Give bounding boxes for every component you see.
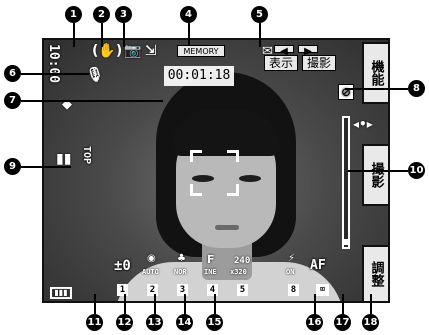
callout-11: 11 (86, 314, 103, 331)
callout-17: 17 (334, 314, 351, 331)
file-format-label: INE (204, 268, 217, 276)
capture-button[interactable]: 撮影 (362, 144, 388, 206)
callout-2: 2 (93, 6, 110, 23)
af-mode-icon: ⌧ (316, 284, 329, 296)
camera-viewfinder: (✋) 📷 ⇲ MEMORY ✉ ◀ ▶ 表示 撮影 機能 撮影 調整 ⊘ ◂•… (42, 38, 390, 303)
zoom-level-marker (342, 239, 350, 245)
flash-chip: 8 (288, 284, 299, 296)
callout-10: 10 (408, 162, 425, 179)
diagram: (✋) 📷 ⇲ MEMORY ✉ ◀ ▶ 表示 撮影 機能 撮影 調整 ⊘ ◂•… (0, 0, 429, 335)
battery-icon: ▮▮▮ (50, 287, 72, 299)
callout-5: 5 (251, 6, 268, 23)
callout-6: 6 (4, 65, 21, 82)
focus-frame-tl (190, 150, 202, 162)
leader-12 (124, 294, 126, 314)
camera-icon: 📷 (124, 43, 142, 59)
adjust-button[interactable]: 調整 (362, 245, 388, 301)
flash-label: ON (286, 268, 295, 276)
focus-frame-br (227, 184, 239, 196)
callout-1: 1 (65, 6, 82, 23)
exposure-chip: 1 (117, 284, 128, 296)
display-arrow-left[interactable]: ◀ (274, 45, 294, 57)
brightness-value: ±0 (114, 258, 131, 274)
leader-13 (154, 294, 156, 314)
image-size-bottom: x320 (230, 268, 247, 276)
direction-icon: ◂•▸ (353, 117, 373, 131)
file-format-icon: F (207, 253, 215, 266)
zoom-bar (342, 116, 350, 249)
callout-12: 12 (116, 314, 133, 331)
white-balance-chip: 2 (147, 284, 158, 296)
display-button[interactable]: 表示 (264, 55, 298, 71)
flash-icon: ⚡ (288, 253, 296, 264)
image-size-chip: 5 (237, 284, 248, 296)
callout-13: 13 (146, 314, 163, 331)
focus-frame-bl (190, 184, 202, 196)
photo-eye-right (239, 175, 261, 182)
memory-indicator: MEMORY (177, 45, 225, 57)
leader-7 (21, 100, 163, 102)
callout-18: 18 (362, 314, 379, 331)
callout-16: 16 (306, 314, 323, 331)
vibrate-icon: (✋) (92, 43, 123, 59)
leader-9 (21, 166, 71, 168)
leader-10 (348, 170, 408, 172)
leader-4 (188, 23, 190, 45)
photo-eye-left (192, 175, 214, 182)
leader-17 (342, 294, 344, 314)
shoot-button[interactable]: 撮影 (302, 55, 336, 71)
top-badge: TOP (81, 146, 92, 165)
af-label: AF (310, 258, 326, 273)
white-balance-label: AUTO (142, 268, 159, 276)
leader-14 (184, 294, 186, 314)
leader-3 (123, 23, 125, 47)
file-format-chip: 4 (207, 284, 218, 296)
leader-6 (21, 73, 89, 75)
photo-bangs (172, 110, 280, 156)
photo-mouth (215, 225, 239, 230)
callout-3: 3 (115, 6, 132, 23)
callout-7: 7 (4, 92, 21, 109)
callout-15: 15 (206, 314, 223, 331)
leader-16 (314, 294, 316, 314)
focus-frame-tr (227, 150, 239, 162)
mic-off-icon: 🎙︎ (86, 67, 104, 83)
leader-18 (370, 294, 372, 314)
quality-chip: 3 (177, 284, 188, 296)
clock-vertical: 10:00 (46, 44, 61, 84)
callout-8: 8 (408, 80, 425, 97)
leader-2 (101, 23, 103, 47)
recording-timecode: 00:01:18 (164, 66, 234, 86)
leader-5 (259, 23, 261, 47)
quality-icon: ♣ (177, 253, 186, 264)
white-balance-icon: ◉ (147, 253, 156, 264)
image-size-top: 240 (234, 256, 251, 266)
callout-14: 14 (176, 314, 193, 331)
leader-15 (214, 294, 216, 314)
save-destination-icon: ⇲ (145, 43, 157, 59)
leader-8 (345, 88, 408, 90)
display-arrow-right[interactable]: ▶ (298, 45, 318, 57)
self-timer-icon: ⊘ (338, 84, 354, 100)
function-button[interactable]: 機能 (362, 42, 388, 104)
leader-1 (73, 23, 75, 47)
callout-9: 9 (4, 158, 21, 175)
callout-4: 4 (180, 6, 197, 23)
leader-11 (94, 294, 96, 314)
quality-label: NOR (174, 268, 187, 276)
signal-icon: ▮▮ (56, 151, 72, 167)
